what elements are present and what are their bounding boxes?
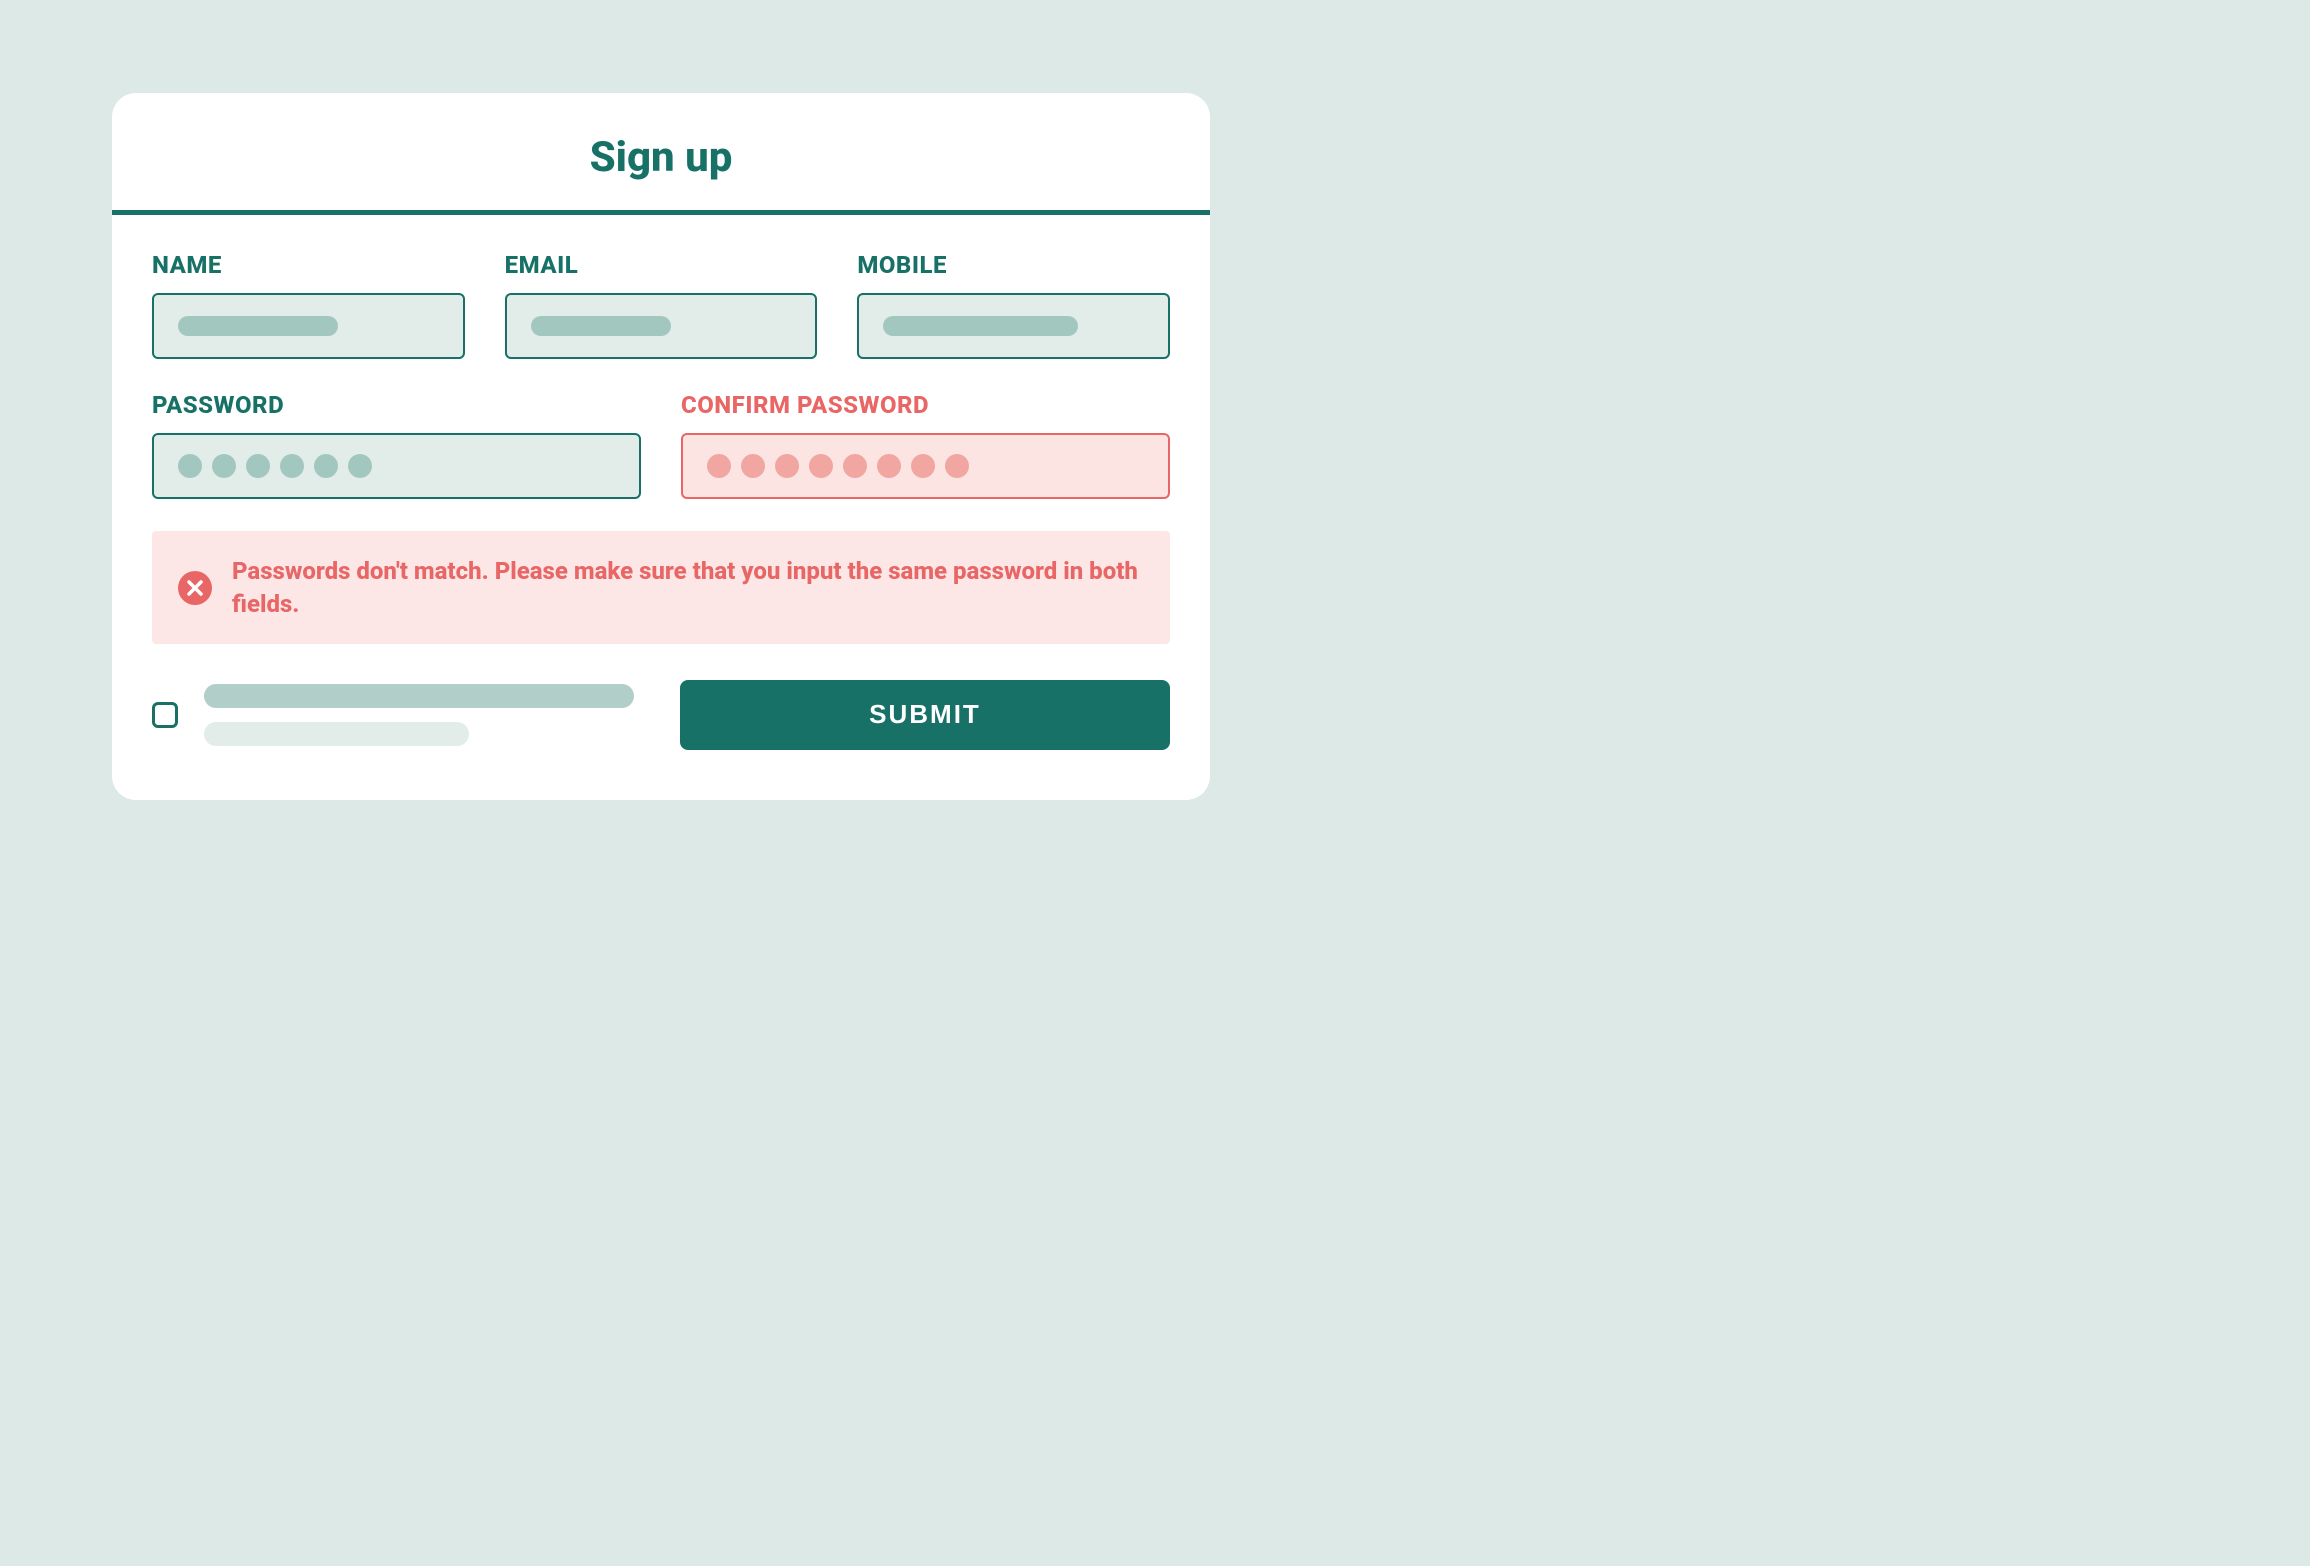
page-title: Sign up: [152, 133, 1170, 182]
password-dot-icon: [280, 454, 304, 478]
field-confirm-password: CONFIRM PASSWORD: [681, 391, 1170, 499]
field-email: EMAIL: [505, 251, 818, 359]
email-input[interactable]: [505, 293, 818, 359]
password-dot-icon: [348, 454, 372, 478]
field-mobile: MOBILE: [857, 251, 1170, 359]
mobile-input[interactable]: [857, 293, 1170, 359]
password-dot-icon: [775, 454, 799, 478]
footer: SUBMIT: [152, 680, 1170, 750]
divider: [112, 210, 1210, 215]
password-dot-icon: [911, 454, 935, 478]
password-dot-icon: [945, 454, 969, 478]
signup-card: Sign up NAME EMAIL MOBILE PASSWORD: [112, 93, 1210, 800]
password-label: PASSWORD: [152, 391, 641, 419]
field-password: PASSWORD: [152, 391, 641, 499]
row-1: NAME EMAIL MOBILE: [152, 251, 1170, 359]
password-dot-icon: [178, 454, 202, 478]
error-message: Passwords don't match. Please make sure …: [232, 555, 1140, 620]
password-dot-icon: [741, 454, 765, 478]
placeholder-icon: [178, 316, 338, 336]
password-dot-icon: [877, 454, 901, 478]
confirm-password-dots: [707, 454, 969, 478]
error-icon: [178, 571, 212, 605]
mobile-label: MOBILE: [857, 251, 1170, 279]
error-alert: Passwords don't match. Please make sure …: [152, 531, 1170, 644]
placeholder-icon: [204, 722, 469, 746]
password-dot-icon: [843, 454, 867, 478]
password-dot-icon: [212, 454, 236, 478]
confirm-password-input[interactable]: [681, 433, 1170, 499]
terms-checkbox[interactable]: [152, 702, 178, 728]
terms-text: [204, 684, 654, 746]
placeholder-icon: [883, 316, 1078, 336]
password-input[interactable]: [152, 433, 641, 499]
confirm-password-label: CONFIRM PASSWORD: [681, 391, 1170, 419]
password-dot-icon: [707, 454, 731, 478]
placeholder-icon: [531, 316, 671, 336]
submit-button[interactable]: SUBMIT: [680, 680, 1170, 750]
row-2: PASSWORD CONFIRM PASSWORD: [152, 391, 1170, 499]
password-dot-icon: [314, 454, 338, 478]
password-dots: [178, 454, 372, 478]
password-dot-icon: [246, 454, 270, 478]
password-dot-icon: [809, 454, 833, 478]
placeholder-icon: [204, 684, 634, 708]
field-name: NAME: [152, 251, 465, 359]
email-label: EMAIL: [505, 251, 818, 279]
name-label: NAME: [152, 251, 465, 279]
name-input[interactable]: [152, 293, 465, 359]
